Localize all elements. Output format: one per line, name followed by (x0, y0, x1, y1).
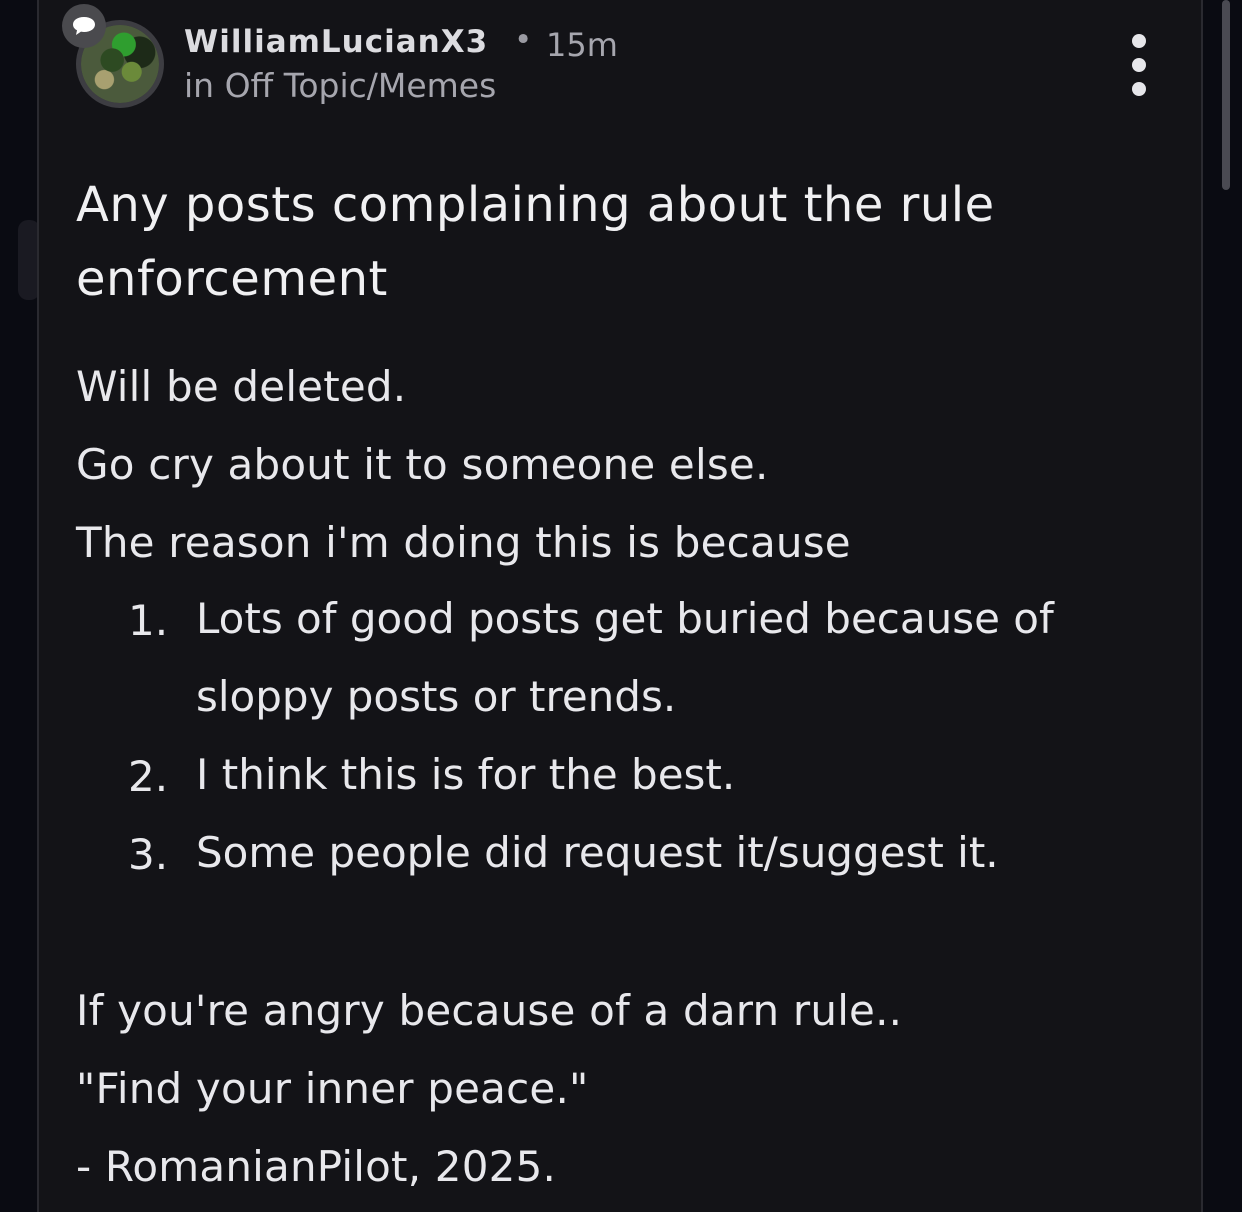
chat-bubble-icon (73, 17, 95, 35)
body-quote: "Find your inner peace." (76, 1064, 589, 1113)
scrollbar-thumb[interactable] (1222, 0, 1230, 190)
body-line-4: If you're angry because of a darn rule.. (76, 986, 903, 1035)
list-text: Lots of good posts get buried because of… (196, 594, 1054, 721)
list-text: Some people did request it/suggest it. (196, 828, 999, 877)
more-vertical-icon (1132, 34, 1146, 48)
more-options-button[interactable] (1124, 34, 1154, 96)
author-username[interactable]: WilliamLucianX3 (184, 24, 488, 60)
body-attribution: - RomanianPilot, 2025. (76, 1142, 557, 1191)
more-vertical-icon-dot (1132, 82, 1146, 96)
body-line-2: Go cry about it to someone else. (76, 440, 769, 489)
body-line-3: The reason i'm doing this is because (76, 518, 851, 567)
body-line-1: Will be deleted. (76, 362, 407, 411)
post-title: Any posts complaining about the rule enf… (76, 177, 995, 307)
meta-separator: • (514, 22, 533, 58)
more-vertical-icon-dot (1132, 58, 1146, 72)
list-text: I think this is for the best. (196, 750, 736, 799)
list-number: 1. (128, 596, 169, 645)
screen: WilliamLucianX3 • 15m in Off Topic/Memes… (0, 0, 1242, 1212)
chat-badge (62, 4, 106, 48)
post-timestamp: 15m (546, 26, 618, 64)
list-number: 2. (128, 752, 169, 801)
list-number: 3. (128, 830, 169, 879)
post-community[interactable]: in Off Topic/Memes (184, 66, 496, 105)
